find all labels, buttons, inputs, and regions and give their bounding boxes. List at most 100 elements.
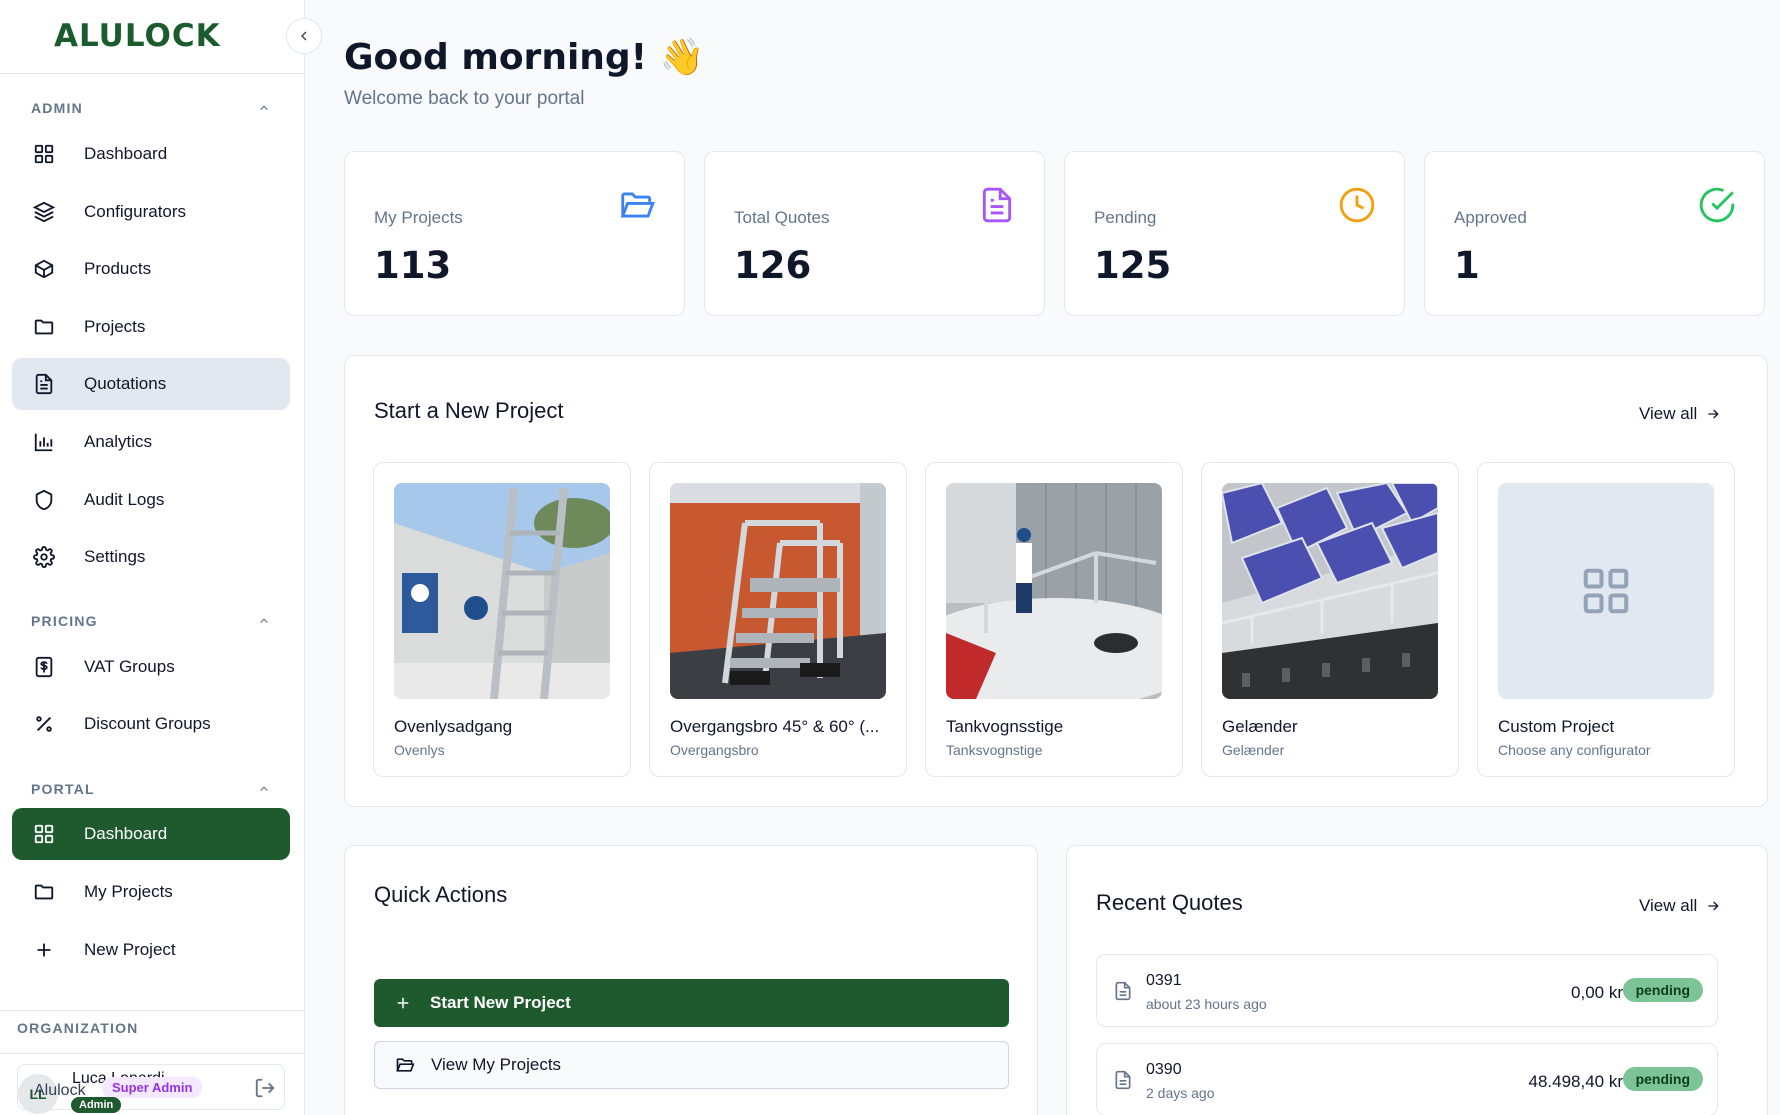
admin-badge: Admin <box>71 1097 122 1113</box>
grid-icon <box>32 822 56 846</box>
stat-value: 125 <box>1094 244 1172 287</box>
check-circle-icon <box>1699 187 1735 223</box>
grid-icon <box>1583 568 1629 614</box>
plus-icon <box>32 938 56 962</box>
section-title: Start a New Project <box>374 398 564 423</box>
project-template-ovenlysadgang[interactable]: Ovenlysadgang Ovenlys <box>373 462 631 777</box>
project-template-overgangsbro[interactable]: Overgangsbro 45° & 60° (... Overgangsbro <box>649 462 907 777</box>
project-sub: Gelænder <box>1222 742 1285 758</box>
sidebar-item-my-projects[interactable]: My Projects <box>12 866 290 918</box>
project-template-gelaender[interactable]: Gelænder Gelænder <box>1201 462 1459 777</box>
shield-icon <box>32 488 56 512</box>
sidebar-item-vat-groups[interactable]: VAT Groups <box>12 641 290 693</box>
section-organization-header: ORGANIZATION <box>17 1020 139 1036</box>
project-image <box>946 483 1162 699</box>
stat-label: Pending <box>1094 208 1157 227</box>
section-title: Quick Actions <box>374 882 508 907</box>
project-name: Overgangsbro 45° & 60° (... <box>670 717 880 736</box>
folder-open-icon <box>396 1058 415 1072</box>
sidebar-item-products[interactable]: Products <box>12 243 290 295</box>
clock-icon <box>1339 187 1375 223</box>
project-image <box>394 483 610 699</box>
section-pricing-header[interactable]: PRICING <box>31 613 271 629</box>
arrow-right-icon <box>1708 409 1719 419</box>
start-new-project-button[interactable]: Start New Project <box>374 979 1009 1027</box>
grid-icon <box>32 142 56 166</box>
file-text-icon <box>1115 981 1131 1001</box>
quote-row[interactable]: 0390 2 days ago 48.498,40 kr pending <box>1096 1043 1718 1115</box>
sidebar-item-audit-logs[interactable]: Audit Logs <box>12 474 290 526</box>
project-sub: Tanksvognstige <box>946 742 1043 758</box>
project-sub: Overgangsbro <box>670 742 759 758</box>
percent-icon <box>32 712 56 736</box>
project-template-tankvognsstige[interactable]: Tankvognsstige Tanksvognstige <box>925 462 1183 777</box>
page-subtitle: Welcome back to your portal <box>344 88 585 109</box>
sidebar-item-configurators[interactable]: Configurators <box>12 186 290 238</box>
stat-card-total-quotes[interactable]: Total Quotes 126 <box>704 151 1045 316</box>
sidebar-item-discount-groups[interactable]: Discount Groups <box>12 698 290 750</box>
sidebar-item-new-project[interactable]: New Project <box>12 924 290 976</box>
sidebar-item-settings[interactable]: Settings <box>12 531 290 583</box>
stat-label: Total Quotes <box>734 208 830 227</box>
brand-logo[interactable]: ALULOCK <box>54 18 221 54</box>
stat-value: 113 <box>374 244 452 287</box>
sidebar-item-projects[interactable]: Projects <box>12 301 290 353</box>
logout-icon[interactable] <box>254 1077 276 1104</box>
user-card[interactable]: LL Alulock Luca Lonardi Super Admin Admi… <box>17 1064 285 1114</box>
layers-icon <box>32 200 56 224</box>
sidebar-item-admin-dashboard[interactable]: Dashboard <box>12 128 290 180</box>
quick-actions-card: Quick Actions Start New Project View My … <box>344 845 1038 1115</box>
sidebar: ALULOCK ADMIN Dashboard Configurators Pr… <box>0 0 322 1115</box>
role-badge: Super Admin <box>102 1077 203 1098</box>
arrow-right-icon <box>1708 901 1719 911</box>
sidebar-item-analytics[interactable]: Analytics <box>12 416 290 468</box>
chevron-up-icon <box>260 105 268 111</box>
project-image <box>1222 483 1438 699</box>
status-badge: pending <box>1622 1067 1703 1091</box>
project-template-custom[interactable]: Custom Project Choose any configurator <box>1477 462 1735 777</box>
view-my-projects-button[interactable]: View My Projects <box>374 1041 1009 1089</box>
chevron-up-icon <box>260 786 268 792</box>
stat-value: 126 <box>734 244 812 287</box>
project-sub: Choose any configurator <box>1498 742 1651 758</box>
folder-icon <box>32 315 56 339</box>
quote-amount: 48.498,40 kr <box>1528 1072 1623 1091</box>
folder-open-icon <box>620 192 655 218</box>
quote-number: 0390 <box>1146 1061 1182 1078</box>
page-title: Good morning! 👋 <box>344 37 705 78</box>
quote-time: about 23 hours ago <box>1146 996 1267 1012</box>
sidebar-item-quotations[interactable]: Quotations <box>12 358 290 410</box>
gear-icon <box>32 545 56 569</box>
logo-area: ALULOCK <box>0 0 304 74</box>
recent-quotes-card: Recent Quotes View all 0391 about 23 hou… <box>1066 845 1768 1115</box>
section-portal-header[interactable]: PORTAL <box>31 781 271 797</box>
stat-label: My Projects <box>374 208 463 227</box>
stat-value: 1 <box>1454 244 1480 287</box>
bar-chart-icon <box>32 430 56 454</box>
quote-amount: 0,00 kr <box>1571 983 1623 1002</box>
chevron-up-icon <box>260 618 268 624</box>
stat-card-approved[interactable]: Approved 1 <box>1424 151 1765 316</box>
divider <box>0 1010 305 1011</box>
chevron-left-icon <box>301 31 307 41</box>
file-text-icon <box>1115 1070 1131 1090</box>
project-sub: Ovenlys <box>394 742 445 758</box>
stat-card-my-projects[interactable]: My Projects 113 <box>344 151 685 316</box>
project-image <box>670 483 886 699</box>
view-all-projects-link[interactable]: View all <box>1639 404 1721 424</box>
section-admin-header[interactable]: ADMIN <box>31 100 271 116</box>
dollar-receipt-icon <box>32 655 56 679</box>
divider <box>0 1053 305 1054</box>
collapse-sidebar-button[interactable] <box>286 18 322 54</box>
status-badge: pending <box>1622 978 1703 1002</box>
quote-number: 0391 <box>1146 972 1182 989</box>
stat-card-pending[interactable]: Pending 125 <box>1064 151 1405 316</box>
main-content: Good morning! 👋 Welcome back to your por… <box>305 0 1780 1115</box>
view-all-quotes-link[interactable]: View all <box>1639 896 1721 916</box>
file-text-icon <box>982 187 1012 223</box>
section-title: Recent Quotes <box>1096 890 1243 915</box>
folder-icon <box>32 880 56 904</box>
sidebar-item-portal-dashboard[interactable]: Dashboard <box>12 808 290 860</box>
file-text-icon <box>32 372 56 396</box>
quote-row[interactable]: 0391 about 23 hours ago 0,00 kr pending <box>1096 954 1718 1027</box>
